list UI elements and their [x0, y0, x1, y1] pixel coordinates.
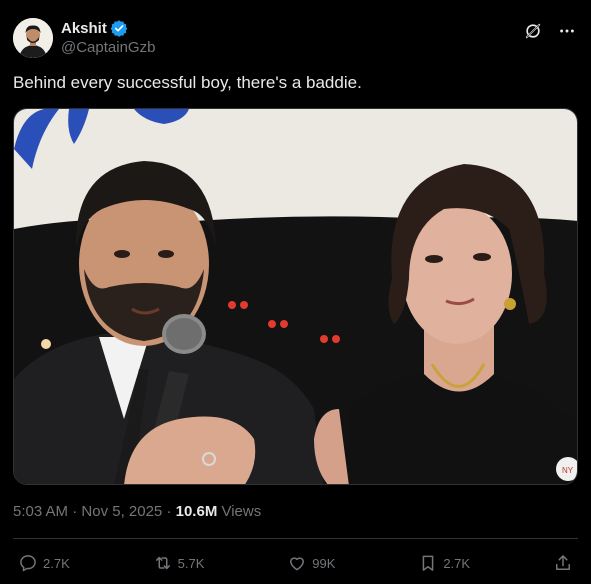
avatar[interactable] [13, 18, 53, 58]
verified-badge-icon [110, 20, 128, 37]
handle[interactable]: @CaptainGzb [61, 39, 155, 56]
like-icon [290, 557, 305, 571]
tweet-photo[interactable]: NY [13, 108, 578, 485]
reply-button[interactable]: 2.7K [18, 553, 70, 573]
meta-dot: · [162, 503, 176, 520]
like-button[interactable]: 99K [287, 553, 335, 573]
repost-icon [155, 556, 170, 570]
bookmark-button[interactable]: 2.7K [418, 553, 470, 573]
views-label: Views [217, 503, 262, 520]
more-icon[interactable] [556, 20, 578, 42]
action-bar: 2.7K 5.7K 99K 2.7K [18, 552, 573, 574]
bookmark-count: 2.7K [443, 555, 471, 571]
tweet-text: Behind every successful boy, there's a b… [13, 73, 362, 92]
meta-separator: · [68, 503, 82, 520]
share-button[interactable] [553, 553, 573, 573]
header-actions [522, 20, 578, 42]
tweet-meta: 5:03 AM · Nov 5, 2025 · 10.6M Views [13, 503, 261, 520]
bookmark-icon [422, 555, 434, 571]
reply-icon [20, 555, 36, 572]
name-row: Akshit [61, 19, 128, 37]
grok-icon[interactable] [522, 20, 544, 42]
tweet-header: Akshit @CaptainGzb [13, 16, 578, 60]
repost-button[interactable]: 5.7K [153, 553, 205, 573]
repost-count: 5.7K [177, 555, 205, 571]
svg-text:NY: NY [562, 466, 574, 475]
divider [13, 538, 578, 539]
tweet-date[interactable]: Nov 5, 2025 [81, 503, 162, 520]
share-icon [555, 555, 570, 570]
tweet-time[interactable]: 5:03 AM [13, 503, 68, 520]
views-count[interactable]: 10.6M [176, 503, 218, 520]
display-name[interactable]: Akshit [61, 20, 107, 37]
like-count: 99K [312, 555, 336, 571]
reply-count: 2.7K [43, 555, 70, 571]
